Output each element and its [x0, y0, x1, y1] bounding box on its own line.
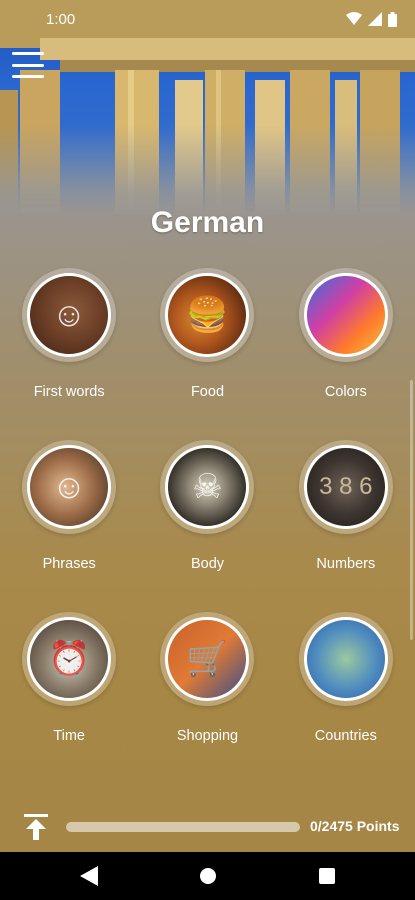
points-text: 0/2475 Points — [310, 818, 400, 834]
map-photo-icon — [303, 617, 388, 701]
progress-row: 0/2475 Points — [0, 810, 415, 844]
category-label: Countries — [314, 728, 377, 744]
category-label: Time — [53, 728, 85, 744]
category-food[interactable]: 🍔 Food — [138, 268, 276, 402]
battery-icon — [388, 11, 397, 27]
category-ring: 🛒 — [160, 612, 255, 706]
category-ring: ☺ — [22, 268, 117, 362]
status-icons — [346, 11, 397, 27]
back-icon[interactable] — [80, 866, 98, 886]
category-label: Colors — [324, 384, 367, 400]
wifi-icon — [346, 12, 362, 25]
signal-icon — [368, 12, 382, 26]
burger-photo-icon: 🍔 — [165, 273, 250, 357]
category-ring — [298, 612, 393, 706]
category-label: First words — [33, 384, 105, 400]
recents-icon[interactable] — [318, 866, 336, 886]
category-ring: ☺ — [22, 440, 117, 534]
category-time[interactable]: ⏰ Time — [0, 612, 138, 746]
category-countries[interactable]: Countries — [277, 612, 415, 746]
category-phrases[interactable]: ☺ Phrases — [0, 440, 138, 574]
category-label: Shopping — [176, 728, 239, 744]
hero-fade — [0, 125, 415, 215]
category-numbers[interactable]: 3 8 6 Numbers — [277, 440, 415, 574]
category-label: Body — [190, 556, 225, 572]
hamburger-menu-icon[interactable] — [12, 52, 44, 78]
points-progress-bar — [66, 822, 300, 832]
page-title: German — [150, 206, 265, 239]
category-grid: ☺ First words 🍔 Food Colors ☺ Phrases ☠ … — [0, 268, 415, 746]
metal-numbers-photo-icon: 3 8 6 — [303, 445, 388, 529]
woman-smiling-photo-icon: ☺ — [27, 445, 112, 529]
category-colors[interactable]: Colors — [277, 268, 415, 402]
alarm-clock-photo-icon: ⏰ — [27, 617, 112, 701]
category-ring: 🍔 — [160, 268, 255, 362]
category-shopping[interactable]: 🛒 Shopping — [138, 612, 276, 746]
status-bar: 1:00 — [0, 0, 415, 38]
category-ring — [298, 268, 393, 362]
upload-arrow-icon[interactable] — [24, 814, 48, 840]
category-label: Phrases — [42, 556, 96, 572]
category-body[interactable]: ☠ Body — [138, 440, 276, 574]
category-label: Numbers — [316, 556, 376, 572]
shopping-cart-photo-icon: 🛒 — [165, 617, 250, 701]
paint-powder-photo-icon — [303, 273, 388, 357]
system-nav-bar — [0, 852, 415, 900]
home-icon[interactable] — [199, 866, 217, 886]
skeleton-photo-icon: ☠ — [165, 445, 250, 529]
category-first-words[interactable]: ☺ First words — [0, 268, 138, 402]
category-ring: ⏰ — [22, 612, 117, 706]
status-time: 1:00 — [46, 10, 76, 28]
scrollbar[interactable] — [410, 380, 413, 640]
app-screen: 1:00 German ☺ First words 🍔 Food Colors … — [0, 0, 415, 852]
category-ring: ☠ — [160, 440, 255, 534]
category-ring: 3 8 6 — [298, 440, 393, 534]
child-photo-icon: ☺ — [27, 273, 112, 357]
category-label: Food — [190, 384, 225, 400]
